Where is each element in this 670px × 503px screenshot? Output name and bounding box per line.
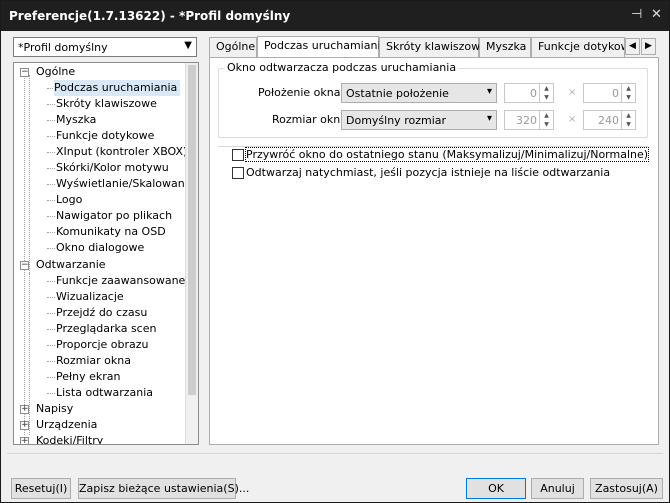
times-symbol: × bbox=[568, 87, 577, 98]
size-height-stepper[interactable]: 240 ▲ ▼ bbox=[583, 110, 636, 130]
footer-divider bbox=[7, 453, 663, 454]
collapse-icon[interactable]: − bbox=[20, 261, 29, 270]
size-width-value: 320 bbox=[516, 114, 537, 127]
tree-item-proporcje-obrazu[interactable]: Proporcje obrazu bbox=[56, 337, 149, 353]
tab-scroll-right-icon[interactable]: ▶ bbox=[641, 38, 656, 55]
tree-item-nawigator[interactable]: Nawigator po plikach bbox=[56, 208, 172, 224]
expand-icon[interactable]: + bbox=[20, 437, 29, 444]
expand-icon[interactable]: + bbox=[20, 421, 29, 430]
pin-icon[interactable]: ⊣ bbox=[631, 7, 642, 22]
tab-podczas-uruchamiania[interactable]: Podczas uruchamiania bbox=[257, 36, 387, 58]
save-current-settings-button[interactable]: Zapisz bieżące ustawienia(S)... bbox=[78, 478, 249, 499]
title-bar[interactable]: Preferencje(1.7.13622) - *Profil domyśln… bbox=[1, 1, 669, 31]
restore-state-label[interactable]: Przywróć okno do ostatniego stanu (Maksy… bbox=[244, 147, 650, 162]
restore-state-checkbox[interactable] bbox=[232, 149, 244, 161]
tree-item-okno-dialogowe[interactable]: Okno dialogowe bbox=[56, 240, 144, 256]
tree-item-skorki[interactable]: Skórki/Kolor motywu bbox=[56, 160, 169, 176]
tree-item-xinput[interactable]: XInput (kontroler XBOX) bbox=[56, 144, 186, 160]
tree-item-funkcje-dotykowe[interactable]: Funkcje dotykowe bbox=[56, 128, 154, 144]
tab-panel-podczas-uruchamiania: Okno odtwarzacza podczas uruchamiania Po… bbox=[209, 57, 659, 445]
position-label: Położenie okna: bbox=[258, 86, 345, 99]
position-y-value: 0 bbox=[612, 87, 619, 100]
reset-button[interactable]: Resetuj(I) bbox=[11, 478, 71, 499]
chevron-down-icon: ▾ bbox=[486, 86, 492, 97]
separator bbox=[218, 146, 648, 147]
spinner-arrows-icon[interactable]: ▲ ▼ bbox=[621, 111, 635, 129]
window-title: Preferencje(1.7.13622) - *Profil domyśln… bbox=[9, 9, 291, 23]
tree-item-komunikaty-osd[interactable]: Komunikaty na OSD bbox=[56, 224, 166, 240]
tree-scrollbar[interactable] bbox=[185, 63, 198, 444]
spinner-arrows-icon[interactable]: ▲ ▼ bbox=[539, 111, 553, 129]
tab-funkcje-dotykowe[interactable]: Funkcje dotykowe bbox=[531, 37, 625, 57]
tree-item-funkcje-zaawansowane[interactable]: Funkcje zaawansowane bbox=[56, 273, 185, 289]
tree-item-rozmiar-okna[interactable]: Rozmiar okna bbox=[56, 353, 131, 369]
position-x-value: 0 bbox=[530, 87, 537, 100]
spinner-arrows-icon[interactable]: ▲ ▼ bbox=[621, 84, 635, 102]
tree-item-wizualizacje[interactable]: Wizualizacje bbox=[56, 289, 124, 305]
times-symbol: × bbox=[568, 114, 577, 125]
expand-icon[interactable]: + bbox=[20, 405, 29, 414]
play-immediately-label[interactable]: Odtwarzaj natychmiast, jeśli pozycja ist… bbox=[246, 166, 610, 179]
cancel-button[interactable]: Anuluj bbox=[531, 478, 584, 499]
tree-item-skroty-klawiszowe[interactable]: Skróty klawiszowe bbox=[56, 96, 157, 112]
size-dropdown[interactable]: Domyślny rozmiar ▾ bbox=[341, 110, 497, 130]
size-height-value: 240 bbox=[598, 114, 619, 127]
tab-scroll-left-icon[interactable]: ◀ bbox=[625, 38, 640, 55]
settings-tree[interactable]: − Ogólne Podczas uruchamiania Skróty kla… bbox=[13, 62, 199, 445]
group-title: Okno odtwarzacza podczas uruchamiania bbox=[225, 61, 459, 74]
apply-button[interactable]: Zastosuj(A) bbox=[590, 478, 663, 499]
collapse-icon[interactable]: − bbox=[20, 68, 29, 77]
tree-item-odtwarzanie[interactable]: Odtwarzanie bbox=[36, 257, 106, 273]
tree-item-ogolne[interactable]: Ogólne bbox=[36, 64, 75, 80]
tab-ogolne[interactable]: Ogólne bbox=[209, 37, 257, 57]
tree-item-przegladarka-scen[interactable]: Przeglądarka scen bbox=[56, 321, 156, 337]
tree-item-przejdz-do-czasu[interactable]: Przejdź do czasu bbox=[56, 305, 147, 321]
size-value: Domyślny rozmiar bbox=[346, 114, 447, 127]
tree-item-urzadzenia[interactable]: Urządzenia bbox=[36, 417, 97, 433]
tree-item-kodeki-filtry[interactable]: Kodeki/Filtry bbox=[36, 433, 103, 444]
tree-item-pelny-ekran[interactable]: Pełny ekran bbox=[56, 369, 121, 385]
size-width-stepper[interactable]: 320 ▲ ▼ bbox=[504, 110, 554, 130]
scrollbar-thumb[interactable] bbox=[188, 65, 196, 395]
spinner-arrows-icon[interactable]: ▲ ▼ bbox=[539, 84, 553, 102]
ok-button[interactable]: OK bbox=[466, 478, 526, 499]
tree-item-wyswietlanie[interactable]: Wyświetlanie/Skalowanie sk bbox=[56, 176, 186, 192]
position-y-stepper[interactable]: 0 ▲ ▼ bbox=[583, 83, 636, 103]
tree-item-logo[interactable]: Logo bbox=[56, 192, 82, 208]
tab-skroty-klawiszowe[interactable]: Skróty klawiszowe bbox=[379, 37, 487, 57]
startup-window-group: Okno odtwarzacza podczas uruchamiania Po… bbox=[218, 61, 648, 138]
chevron-down-icon: ▼ bbox=[184, 40, 192, 51]
tree-item-lista-odtwarzania[interactable]: Lista odtwarzania bbox=[56, 385, 153, 401]
profile-dropdown[interactable]: *Profil domyślny ▼ bbox=[13, 37, 197, 57]
tab-myszka[interactable]: Myszka bbox=[479, 37, 531, 57]
tree-item-myszka[interactable]: Myszka bbox=[56, 112, 96, 128]
play-immediately-checkbox[interactable] bbox=[232, 167, 244, 179]
size-label: Rozmiar okna: bbox=[272, 113, 351, 126]
tree-item-podczas-uruchamiania[interactable]: Podczas uruchamiania bbox=[54, 80, 181, 96]
preferences-window: Preferencje(1.7.13622) - *Profil domyśln… bbox=[0, 0, 670, 503]
close-icon[interactable]: ✕ bbox=[651, 7, 662, 22]
profile-selected-value: *Profil domyślny bbox=[18, 41, 108, 54]
tree-item-napisy[interactable]: Napisy bbox=[36, 401, 73, 417]
chevron-down-icon: ▾ bbox=[486, 113, 492, 124]
position-dropdown[interactable]: Ostatnie położenie ▾ bbox=[341, 83, 497, 103]
position-value: Ostatnie położenie bbox=[346, 87, 449, 100]
position-x-stepper[interactable]: 0 ▲ ▼ bbox=[504, 83, 554, 103]
